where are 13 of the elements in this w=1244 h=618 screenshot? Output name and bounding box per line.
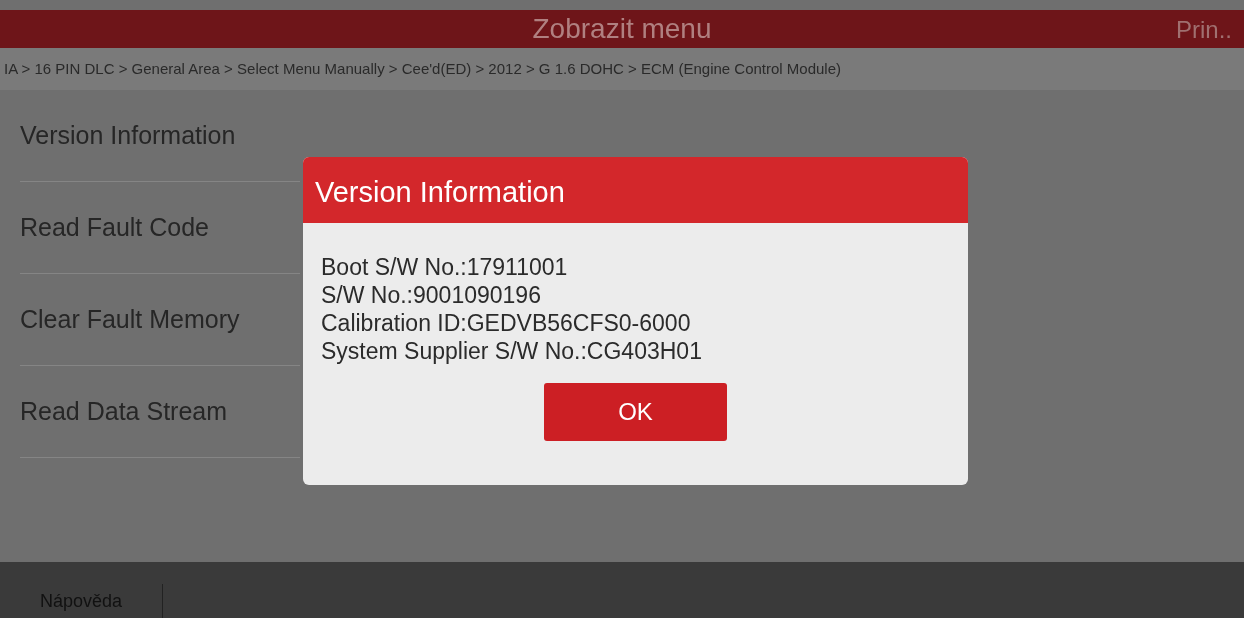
screen-title: Zobrazit menu (532, 12, 712, 46)
menu-item[interactable]: Version Information (20, 90, 300, 182)
info-line: Calibration ID:GEDVB56CFS0-6000 (321, 308, 692, 337)
print-button[interactable]: Prin.. (1176, 12, 1232, 48)
info-line: S/W No.:9001090196 (321, 280, 542, 309)
dialog-title: Version Information (303, 157, 968, 223)
menu-item[interactable]: Read Fault Code (20, 182, 300, 274)
info-line: System Supplier S/W No.:CG403H01 (321, 336, 703, 365)
ok-button[interactable]: OK (544, 382, 727, 441)
info-line: Boot S/W No.:17911001 (321, 252, 569, 281)
breadcrumb-path: IA > 16 PIN DLC > General Area > Select Menu Manually > Cee'd(ED) > 2012 > G 1.6 DOHC > ECM (Engine Control Module) (0, 48, 1244, 90)
menu-item[interactable]: Read Data Stream (20, 366, 300, 458)
menu-item[interactable]: Clear Fault Memory (20, 274, 300, 366)
